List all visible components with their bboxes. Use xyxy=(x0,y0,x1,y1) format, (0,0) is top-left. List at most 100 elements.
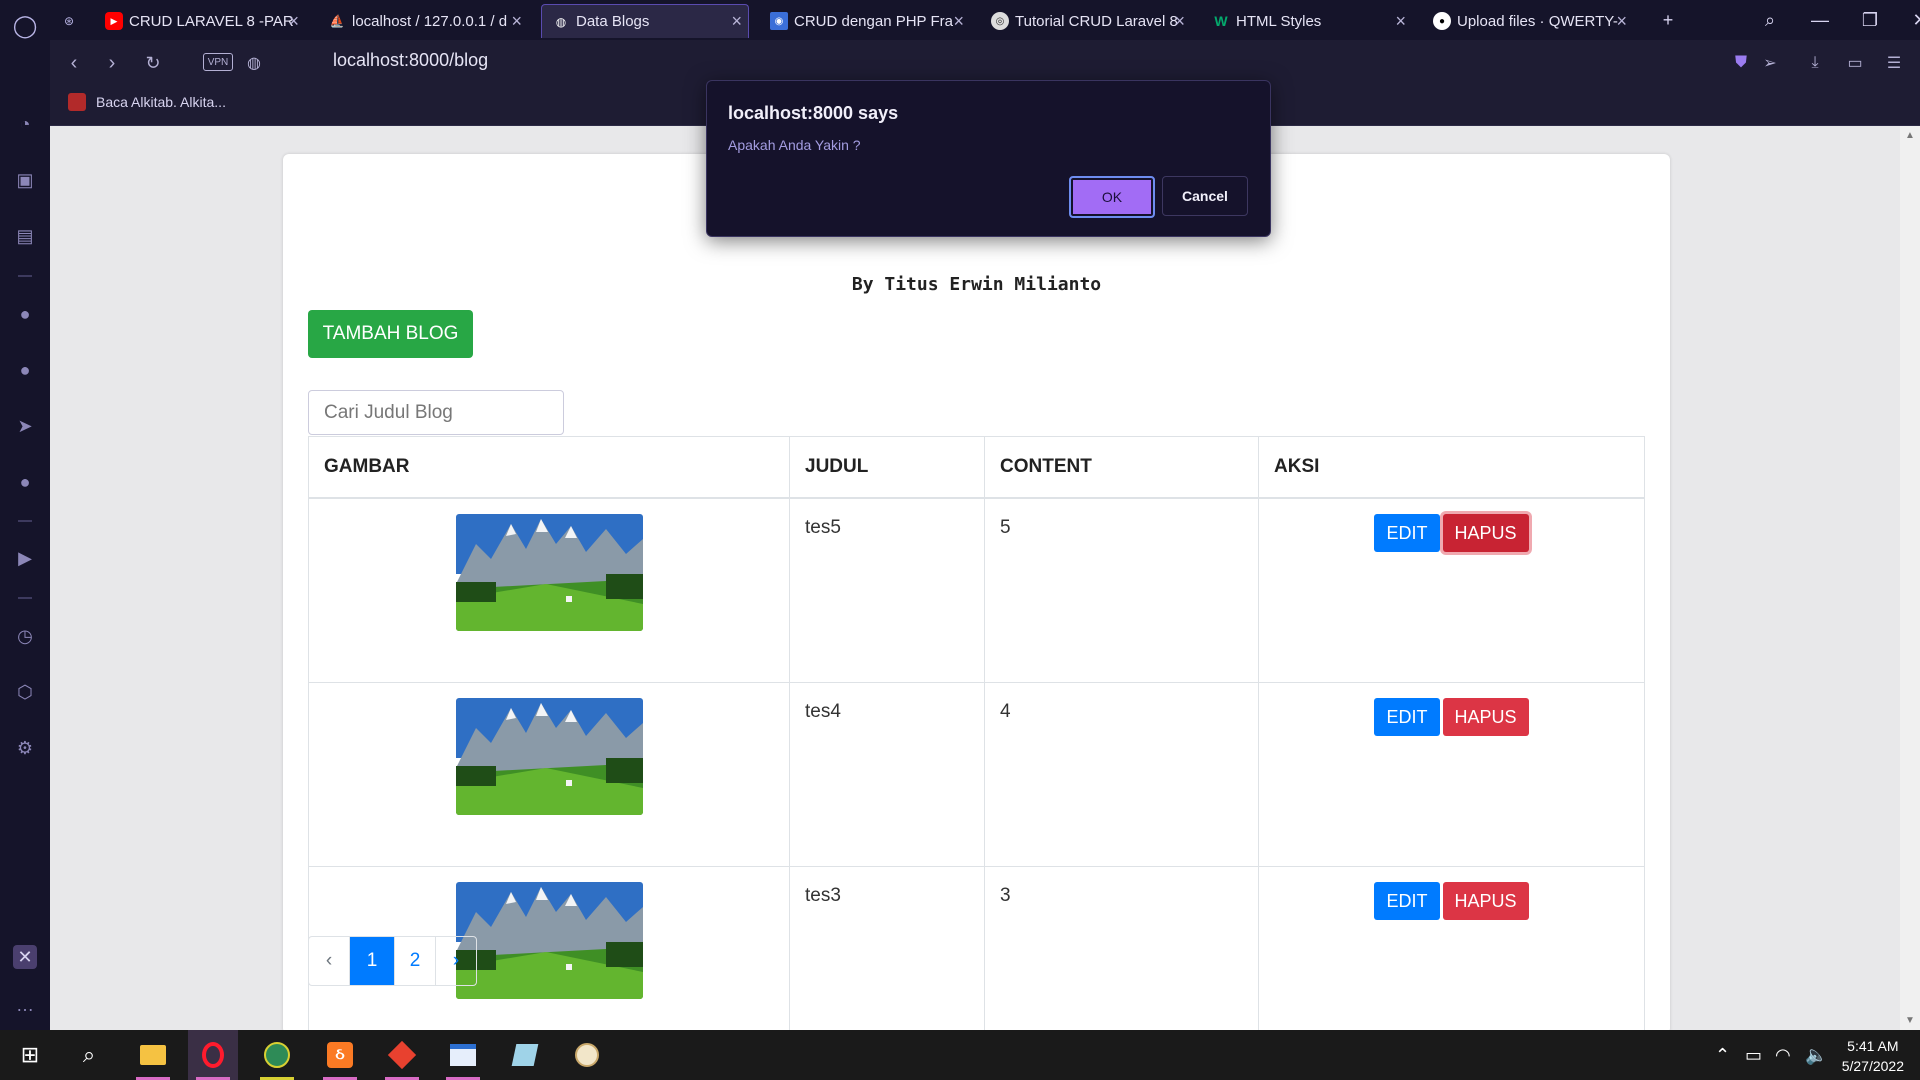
telegram-icon[interactable]: ➤ xyxy=(13,414,37,438)
close-tab-icon[interactable]: × xyxy=(731,11,742,32)
download-icon[interactable]: ⤓ xyxy=(1801,50,1829,76)
minimize-window-icon[interactable]: — xyxy=(1795,0,1845,40)
workspaces-icon[interactable]: ▣ xyxy=(13,168,37,192)
tab-youtube[interactable]: ▶ CRUD LARAVEL 8 -PAR × xyxy=(105,4,305,38)
notepad-icon[interactable] xyxy=(500,1030,550,1080)
tab-title: Data Blogs xyxy=(576,13,650,30)
scroll-up-arrow-icon[interactable]: ▲ xyxy=(1905,130,1915,141)
twitter-icon[interactable]: ● xyxy=(13,470,37,494)
table-row: tes3 3 EDIT HAPUS xyxy=(308,866,1645,1030)
vpn-badge[interactable]: VPN xyxy=(203,53,233,71)
add-blog-button[interactable]: TAMBAH BLOG xyxy=(308,310,473,358)
forward-icon[interactable]: › xyxy=(98,50,126,76)
dialog-ok-button[interactable]: OK xyxy=(1069,176,1155,218)
delete-button[interactable]: HAPUS xyxy=(1442,698,1529,736)
close-tab-icon[interactable]: × xyxy=(1174,11,1185,32)
pagination-next[interactable]: › xyxy=(436,937,476,985)
bible-app-icon xyxy=(68,93,86,111)
back-icon[interactable]: ‹ xyxy=(60,50,88,76)
table-row: tes4 4 EDIT HAPUS xyxy=(308,682,1645,867)
url-field[interactable]: localhost:8000/blog xyxy=(333,50,488,71)
bookmark-item[interactable]: Baca Alkitab. Alkita... xyxy=(68,93,226,111)
opera-logo-icon[interactable]: ◯ xyxy=(13,13,38,38)
close-tab-icon[interactable]: × xyxy=(1395,11,1406,32)
pagination-page-1[interactable]: 1 xyxy=(350,937,395,985)
edit-button[interactable]: EDIT xyxy=(1374,698,1440,736)
browser-sidebar: ◯ ◔ ▣ ▤ ● ● ➤ ● ▶ ◷ ⬡ ⚙ ✕ … xyxy=(0,0,51,1030)
blog-image xyxy=(455,698,643,815)
tab-title: Upload files · QWERTY- xyxy=(1457,12,1618,30)
pagination: ‹ 1 2 › xyxy=(308,936,477,986)
reload-icon[interactable]: ↻ xyxy=(139,50,167,76)
content-card: By Titus Erwin Milianto TAMBAH BLOG GAMB… xyxy=(283,154,1670,1030)
table-row: tes5 5 EDIT HAPUS xyxy=(308,497,1645,683)
system-clock[interactable]: 5:41 AM 5/27/2022 xyxy=(1842,1036,1904,1076)
site-info-globe-icon[interactable]: ◍ xyxy=(240,50,268,76)
send-icon[interactable]: ➢ xyxy=(1756,50,1784,76)
globe-icon: ◍ xyxy=(555,14,567,29)
close-tab-icon[interactable]: × xyxy=(511,11,522,32)
whatsapp-icon[interactable]: ● xyxy=(13,358,37,382)
close-window-icon[interactable]: ✕ xyxy=(1895,0,1920,40)
close-tab-icon[interactable]: × xyxy=(953,11,964,32)
more-options-icon[interactable]: … xyxy=(13,993,37,1017)
new-tab-plus-icon[interactable]: + xyxy=(1643,0,1693,40)
bookmark-label: Baca Alkitab. Alkita... xyxy=(96,94,226,110)
delete-button[interactable]: HAPUS xyxy=(1442,514,1529,552)
tab-phpmyadmin[interactable]: ⛵ localhost / 127.0.0.1 / d × xyxy=(328,4,528,38)
tab-overview-button[interactable]: ⊛ xyxy=(60,4,90,38)
search-title-input[interactable] xyxy=(308,390,564,435)
globe-app-icon[interactable] xyxy=(252,1030,302,1080)
tab-crud-php[interactable]: ◉ CRUD dengan PHP Fra × xyxy=(770,4,970,38)
dialog-cancel-button[interactable]: Cancel xyxy=(1162,176,1248,216)
opera-browser-icon[interactable] xyxy=(188,1030,238,1080)
battery-saver-icon[interactable]: ▭ xyxy=(1841,50,1869,76)
pinned-app-icon[interactable]: ✕ xyxy=(13,945,37,969)
restore-window-icon[interactable]: ❐ xyxy=(1845,0,1895,40)
confirm-dialog: localhost:8000 says Apakah Anda Yakin ? … xyxy=(706,80,1271,237)
close-tab-icon[interactable]: × xyxy=(288,11,299,32)
edit-button[interactable]: EDIT xyxy=(1374,882,1440,920)
search-icon[interactable]: ⌕ xyxy=(64,1030,114,1080)
delete-button[interactable]: HAPUS xyxy=(1442,882,1529,920)
history-icon[interactable]: ◷ xyxy=(13,624,37,648)
player-icon[interactable]: ▶ xyxy=(13,546,37,570)
scroll-down-arrow-icon[interactable]: ▼ xyxy=(1905,1015,1915,1026)
landscape-image xyxy=(455,514,643,631)
file-explorer-icon[interactable] xyxy=(128,1030,178,1080)
tab-tutorial-crud[interactable]: ◎ Tutorial CRUD Laravel 8 × xyxy=(991,4,1191,38)
xampp-icon[interactable]: ઠ xyxy=(315,1030,365,1080)
tab-html-styles[interactable]: W HTML Styles × xyxy=(1212,4,1412,38)
edit-button[interactable]: EDIT xyxy=(1374,514,1440,552)
search-tabs-icon[interactable]: ⌕ xyxy=(1745,0,1795,40)
github-icon: ● xyxy=(1433,12,1451,30)
adblock-shield-icon[interactable]: ⛊ xyxy=(1727,50,1755,76)
site-icon: ◎ xyxy=(991,12,1009,30)
pagination-prev[interactable]: ‹ xyxy=(309,937,350,985)
pagination-page-2[interactable]: 2 xyxy=(395,937,436,985)
start-windows-icon[interactable]: ⊞ xyxy=(5,1030,55,1080)
image-cell xyxy=(308,682,790,867)
tab-title: HTML Styles xyxy=(1236,12,1322,30)
wifi-icon[interactable]: ◠ xyxy=(1775,1030,1791,1080)
column-header-gambar: GAMBAR xyxy=(308,436,790,499)
git-diamond-icon[interactable] xyxy=(377,1030,427,1080)
tab-github-upload[interactable]: ● Upload files · QWERTY- × xyxy=(1433,4,1633,38)
volume-icon[interactable]: 🔈 xyxy=(1805,1030,1827,1080)
judul-cell: tes4 xyxy=(789,682,985,867)
extensions-icon[interactable]: ⬡ xyxy=(13,680,37,704)
windows-taskbar: ⊞ ⌕ ઠ ⌃ ▭ ◠ 🔈 5:41 AM 5/27/2022 xyxy=(0,1030,1920,1080)
image-cell xyxy=(308,497,790,683)
page-scrollbar[interactable]: ▲ ▼ xyxy=(1900,126,1920,1030)
paint-icon[interactable] xyxy=(562,1030,612,1080)
tab-data-blogs[interactable]: ◍ Data Blogs × xyxy=(541,4,749,38)
easy-setup-icon[interactable]: ☰ xyxy=(1880,50,1908,76)
tray-chevron-icon[interactable]: ⌃ xyxy=(1715,1030,1730,1080)
window-app-icon[interactable] xyxy=(438,1030,488,1080)
battery-icon[interactable]: ▭ xyxy=(1745,1030,1762,1080)
close-tab-icon[interactable]: × xyxy=(1616,11,1627,32)
twitch-icon[interactable]: ▤ xyxy=(13,224,37,248)
messenger-icon[interactable]: ● xyxy=(13,302,37,326)
settings-gear-icon[interactable]: ⚙ xyxy=(13,736,37,760)
speed-dial-icon[interactable]: ◔ xyxy=(13,112,37,136)
